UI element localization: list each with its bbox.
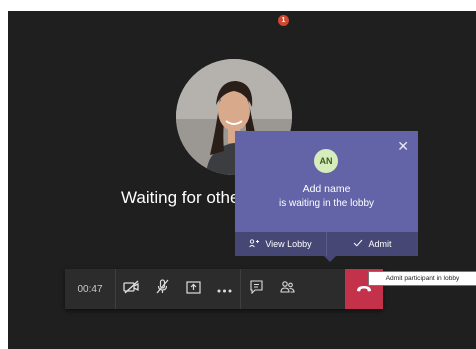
participants-icon (280, 280, 295, 299)
lobby-actions: View Lobby Admit (235, 232, 418, 256)
admit-tooltip: Admit participant in lobby (368, 271, 476, 286)
people-add-icon (249, 238, 260, 250)
call-timer: 00:47 (65, 269, 116, 309)
admit-label: Admit (368, 239, 392, 249)
camera-toggle-button[interactable] (116, 269, 147, 309)
admit-button[interactable]: Admit (326, 232, 418, 256)
call-controls-toolbar: 00:47 (65, 269, 383, 309)
lobby-notification: ✕ AN Add name is waiting in the lobby Vi… (235, 131, 418, 256)
lobby-user-name: Add name (302, 183, 351, 195)
lobby-user-avatar: AN (314, 149, 338, 173)
view-lobby-button[interactable]: View Lobby (235, 232, 326, 256)
checkmark-icon (353, 239, 363, 249)
chat-button[interactable] (241, 269, 272, 309)
participants-badge: 1 (278, 15, 289, 26)
chat-icon (250, 279, 263, 299)
camera-off-icon (123, 279, 140, 299)
more-options-icon (217, 280, 232, 298)
mic-off-icon (155, 279, 170, 299)
share-tray-icon (186, 280, 201, 299)
participants-button[interactable] (272, 269, 303, 309)
popup-pointer (324, 256, 336, 262)
meeting-stage: Waiting for others to join... ✕ AN Add n… (8, 11, 476, 349)
close-icon[interactable]: ✕ (397, 138, 409, 155)
lobby-status-text: is waiting in the lobby (278, 198, 375, 209)
mic-toggle-button[interactable] (147, 269, 178, 309)
view-lobby-label: View Lobby (265, 239, 312, 249)
more-options-button[interactable] (209, 269, 240, 309)
share-button[interactable] (178, 269, 209, 309)
